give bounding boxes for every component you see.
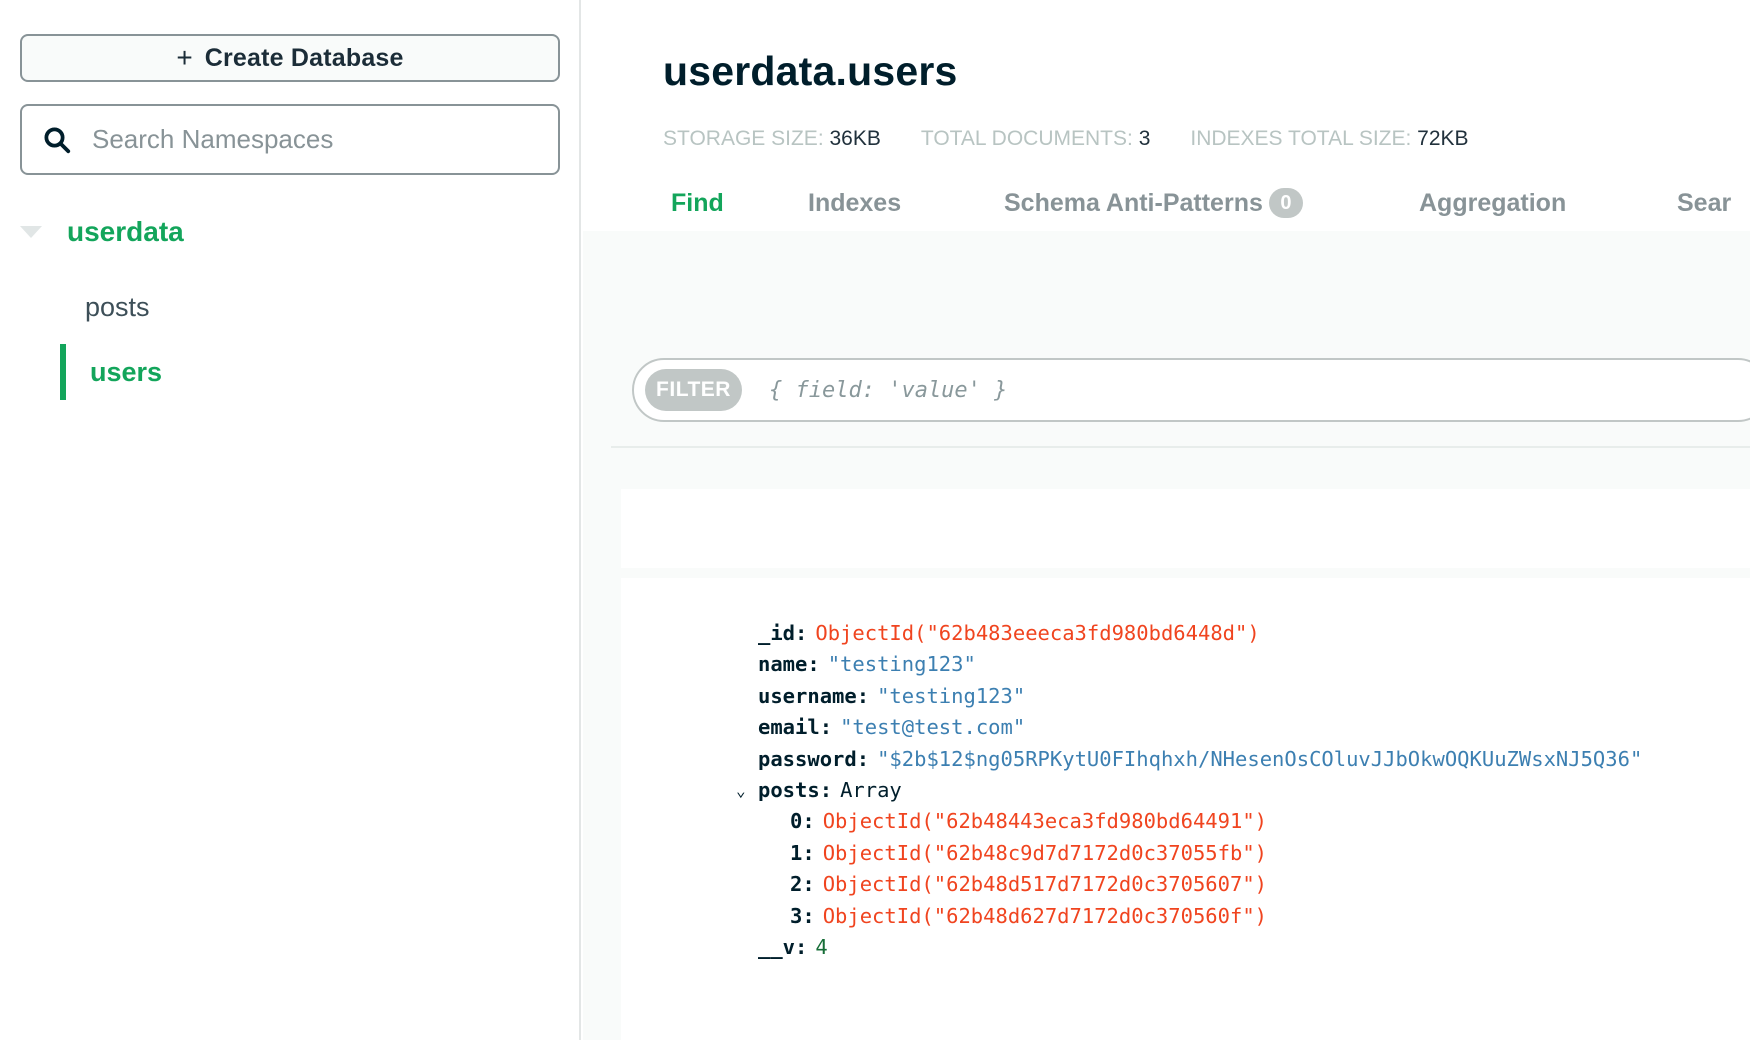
document-field: 0: ObjectId("62b48443eca3fd980bd64491") bbox=[758, 806, 1642, 837]
stat-value: 36KB bbox=[829, 127, 881, 150]
tab-schema-anti-patterns[interactable]: Schema Anti-Patterns 0 bbox=[1004, 188, 1419, 218]
tab-indexes[interactable]: Indexes bbox=[808, 189, 1004, 218]
field-value: "$2b$12$ng05RPKytU0FIhqhxh/NHesenOsCOluv… bbox=[877, 746, 1643, 771]
field-key: username: bbox=[758, 683, 870, 708]
stat-storage-size: STORAGE SIZE: 36KB bbox=[663, 127, 881, 151]
document-field: password: "$2b$12$ng05RPKytU0FIhqhxh/NHes… bbox=[758, 744, 1642, 775]
stat-value: 3 bbox=[1138, 127, 1151, 150]
active-indicator bbox=[60, 344, 66, 400]
create-database-button[interactable]: + Create Database bbox=[20, 34, 560, 82]
collection-header: userdata.users STORAGE SIZE: 36KB TOTAL … bbox=[583, 0, 1750, 231]
search-namespaces-box[interactable] bbox=[20, 104, 560, 175]
document-card: _id: ObjectId("62b483eeeca3fd980bd6448d")… bbox=[621, 578, 1750, 1040]
field-value: ObjectId("62b48d627d7172d0c370560f") bbox=[822, 903, 1268, 928]
plus-icon: + bbox=[176, 42, 193, 73]
tab-find[interactable]: Find bbox=[671, 189, 808, 218]
field-value: "testing123" bbox=[877, 683, 1026, 708]
document-field: email: "test@test.com" bbox=[758, 712, 1642, 743]
database-name: userdata bbox=[67, 216, 184, 247]
collection-item-users[interactable]: users bbox=[60, 344, 560, 400]
field-key: posts: bbox=[758, 778, 833, 803]
search-namespaces-input[interactable] bbox=[92, 124, 532, 155]
tab-search[interactable]: Sear bbox=[1677, 189, 1731, 218]
field-key: 1: bbox=[790, 840, 815, 865]
create-database-label: Create Database bbox=[204, 43, 404, 72]
field-value: "test@test.com" bbox=[840, 715, 1026, 740]
document-field: ⌄ posts: Array bbox=[736, 775, 1642, 806]
stat-value: 72KB bbox=[1417, 127, 1469, 150]
field-value: ObjectId("62b48c9d7d7172d0c37055fb") bbox=[822, 840, 1268, 865]
field-key: __v: bbox=[758, 935, 808, 960]
tab-aggregation[interactable]: Aggregation bbox=[1419, 189, 1677, 218]
document-view: _id: ObjectId("62b483eeeca3fd980bd6448d")… bbox=[736, 618, 1642, 963]
stat-label: INDEXES TOTAL SIZE: bbox=[1190, 127, 1412, 150]
field-key: _id: bbox=[758, 621, 808, 645]
field-value: ObjectId("62b483eeeca3fd980bd6448d") bbox=[815, 621, 1260, 645]
document-field: _id: ObjectId("62b483eeeca3fd980bd6448d") bbox=[758, 618, 1642, 649]
document-field: 2: ObjectId("62b48d517d7172d0c3705607") bbox=[758, 869, 1642, 900]
collection-item-posts[interactable]: posts bbox=[60, 279, 560, 335]
collection-name: users bbox=[90, 356, 163, 387]
field-value: ObjectId("62b48443eca3fd980bd64491") bbox=[822, 809, 1268, 834]
collection-name: posts bbox=[85, 291, 150, 322]
field-value: "testing123" bbox=[827, 652, 976, 677]
field-key: 3: bbox=[790, 903, 815, 928]
document-field: name: "testing123" bbox=[758, 649, 1642, 680]
collection-stats: STORAGE SIZE: 36KB TOTAL DOCUMENTS: 3 IN… bbox=[663, 127, 1509, 151]
stat-label: TOTAL DOCUMENTS: bbox=[920, 127, 1133, 150]
field-key: name: bbox=[758, 652, 820, 677]
field-key: 0: bbox=[790, 809, 815, 834]
field-value: Array bbox=[840, 778, 902, 803]
filter-label: FILTER bbox=[645, 369, 742, 411]
page-title: userdata.users bbox=[663, 48, 958, 94]
sidebar: + Create Database userdata posts users bbox=[0, 0, 581, 1040]
field-key: 2: bbox=[790, 872, 815, 897]
document-field: 1: ObjectId("62b48c9d7d7172d0c37055fb") bbox=[758, 838, 1642, 869]
document-field: __v: 4 bbox=[758, 932, 1642, 963]
filter-bar[interactable]: FILTER bbox=[632, 358, 1750, 422]
tab-label: Schema Anti-Patterns bbox=[1004, 188, 1263, 217]
filter-input[interactable] bbox=[769, 377, 1669, 403]
database-item-userdata[interactable]: userdata bbox=[20, 212, 184, 252]
field-value: 4 bbox=[815, 935, 828, 960]
stat-total-documents: TOTAL DOCUMENTS: 3 bbox=[921, 127, 1151, 151]
field-value: ObjectId("62b48d517d7172d0c3705607") bbox=[822, 872, 1268, 897]
document-field: 3: ObjectId("62b48d627d7172d0c370560f") bbox=[758, 901, 1642, 932]
collection-tabs: Find Indexes Schema Anti-Patterns 0 Aggr… bbox=[671, 188, 1731, 218]
divider bbox=[611, 446, 1750, 448]
field-key: password: bbox=[758, 746, 870, 771]
main-content: userdata.users STORAGE SIZE: 36KB TOTAL … bbox=[583, 0, 1750, 1040]
field-key: email: bbox=[758, 715, 833, 740]
stat-indexes-total-size: INDEXES TOTAL SIZE: 72KB bbox=[1190, 127, 1468, 151]
document-field: username: "testing123" bbox=[758, 681, 1642, 712]
caret-down-icon[interactable] bbox=[20, 226, 42, 238]
count-badge: 0 bbox=[1268, 188, 1303, 218]
find-panel: FILTER _id: ObjectId("62b483eeeca3fd980bd… bbox=[583, 231, 1750, 1040]
stat-label: STORAGE SIZE: bbox=[663, 127, 824, 150]
chevron-down-icon[interactable]: ⌄ bbox=[736, 775, 746, 806]
search-icon bbox=[44, 127, 71, 153]
results-toolbar bbox=[621, 489, 1750, 568]
